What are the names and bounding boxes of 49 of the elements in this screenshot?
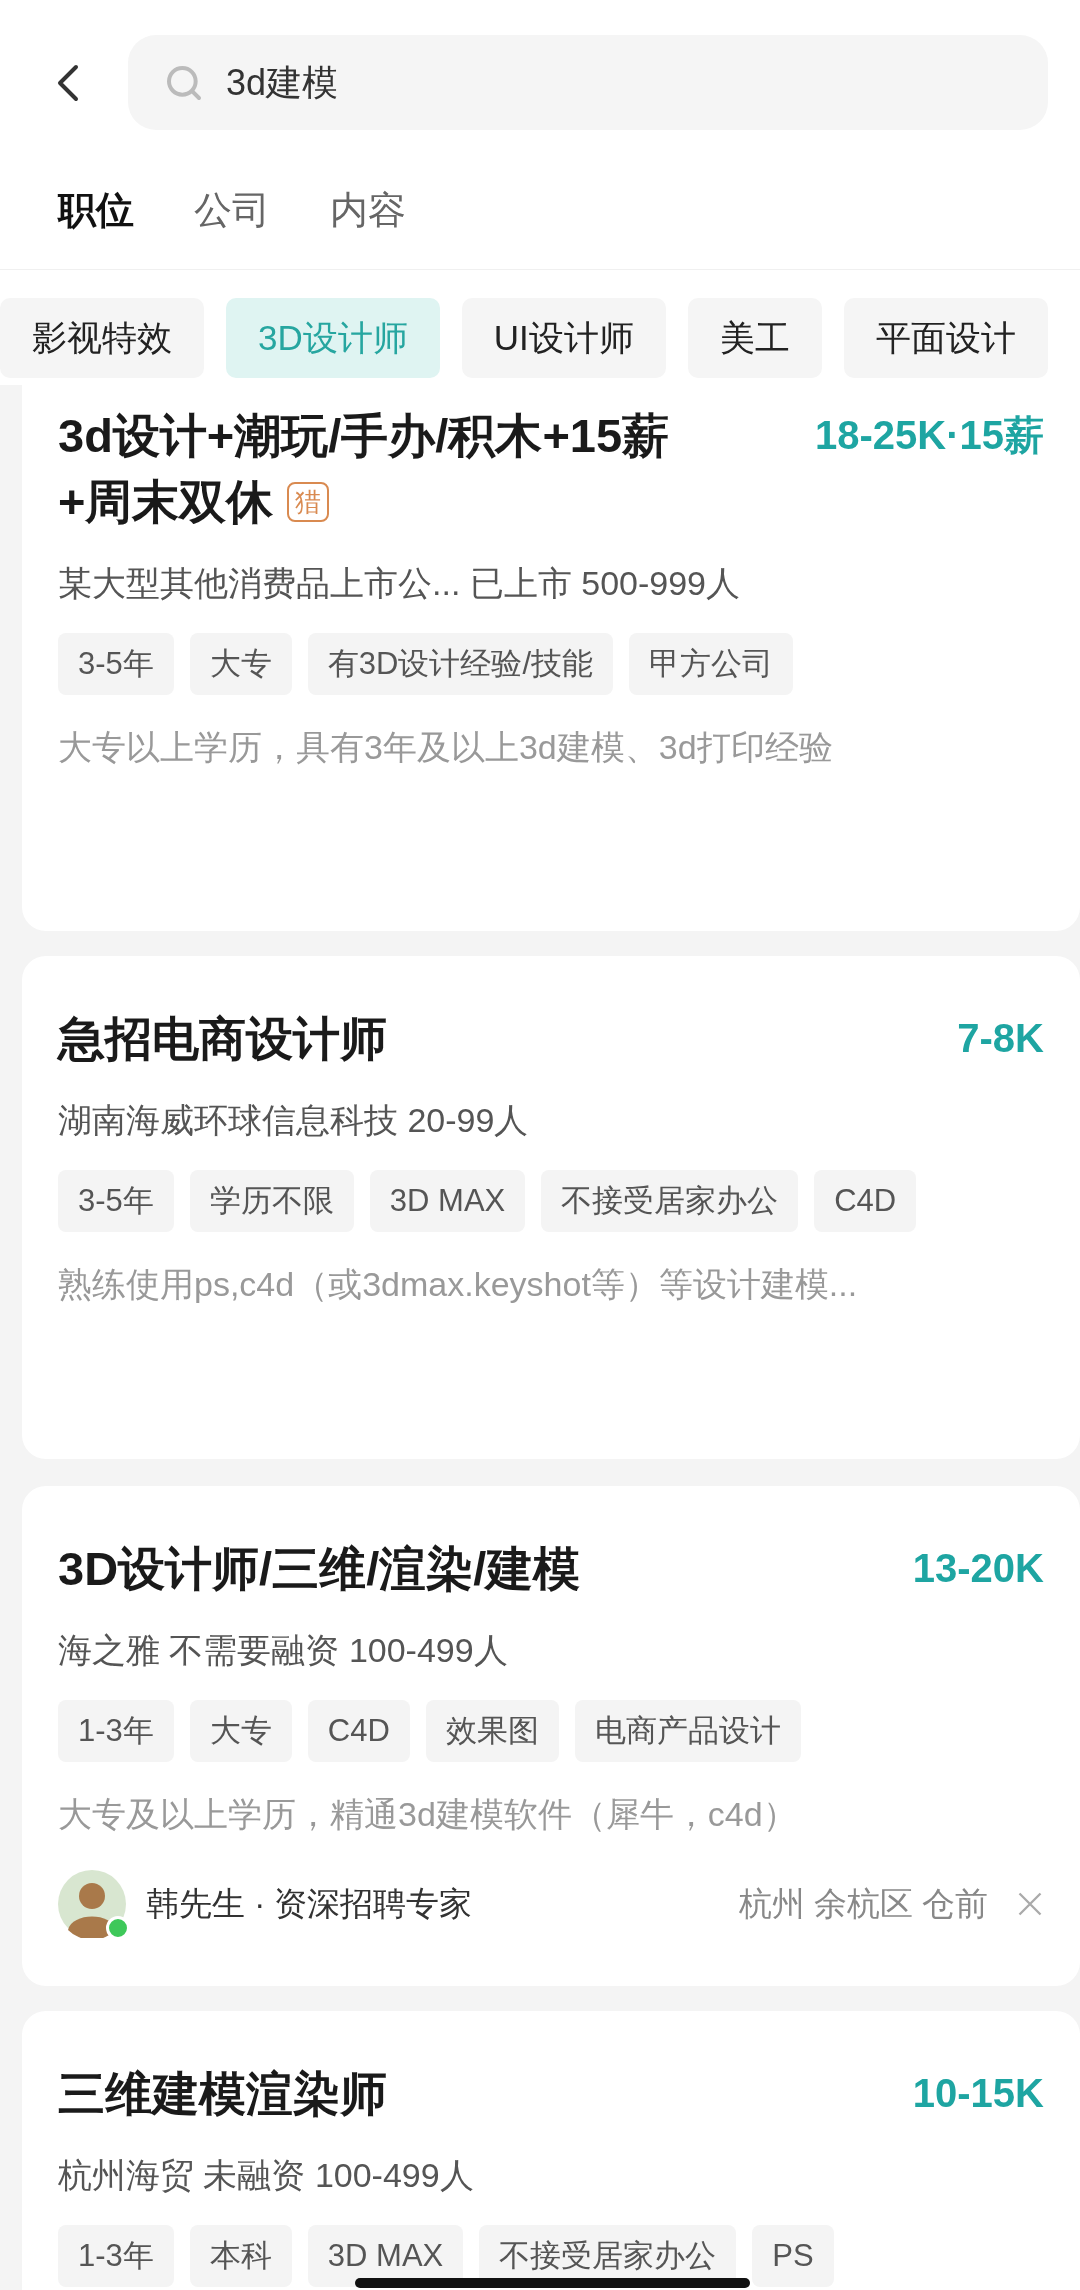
- tab[interactable]: 职位: [58, 181, 134, 239]
- headhunter-badge: 猎: [287, 482, 330, 522]
- job-tag: PS: [752, 2225, 834, 2287]
- job-tag: 3-5年: [58, 633, 174, 695]
- job-title: 三维建模渲染师: [58, 2066, 387, 2122]
- job-description: 大专及以上学历，精通3d建模软件（犀牛，c4d）: [58, 1794, 798, 1835]
- avatar-icon: [58, 1870, 126, 1938]
- job-tag: 大专: [189, 633, 292, 695]
- job-title: 急招电商设计师: [58, 1011, 387, 1067]
- job-tag: 大专: [189, 1700, 292, 1762]
- job-tag: 1-3年: [58, 2225, 174, 2287]
- job-description: 大专以上学历，具有3年及以上3d建模、3d打印经验: [58, 727, 834, 768]
- job-description: 熟练使用ps,c4d（或3dmax.keyshot等）等设计建模...: [58, 1264, 859, 1305]
- company-info: 杭州海贸 未融资 100-499人: [58, 2155, 475, 2196]
- salary: 13-20K: [912, 1545, 1044, 1592]
- job-tag: 1-3年: [58, 1700, 174, 1762]
- job-tag: 效果图: [425, 1700, 559, 1762]
- category-chip[interactable]: 平面设计: [843, 298, 1048, 378]
- salary: 18-25K·15薪: [815, 412, 1044, 459]
- salary: 7-8K: [957, 1015, 1044, 1062]
- category-chip[interactable]: 影视特效: [0, 298, 204, 378]
- job-tag: 本科: [189, 2225, 292, 2287]
- job-tag: C4D: [814, 1170, 917, 1232]
- job-location: 杭州 余杭区 仓前: [738, 1884, 988, 1925]
- job-tag: 3D MAX: [369, 1170, 526, 1232]
- job-title: +周末双休: [58, 474, 274, 530]
- job-tag: 甲方公司: [629, 633, 794, 695]
- job-tag: 不接受居家办公: [541, 1170, 799, 1232]
- company-info: 湖南海威环球信息科技 20-99人: [58, 1100, 530, 1141]
- job-tag: 3-5年: [58, 1170, 174, 1232]
- job-card[interactable]: 3D设计师/三维/渲染/建模 13-20K 海之雅 不需要融资 100-499人 1-3年 大专 C4D 效果图 电商产品设计 大专及以上学历，精通3d建模软件（犀牛，c4d） 韩先生 · 资深招聘专家 杭州 余杭区 仓前: [22, 1486, 1080, 1986]
- salary: 10-15K: [912, 2070, 1044, 2117]
- search-field[interactable]: 3d建模: [128, 35, 1048, 130]
- job-tag: 学历不限: [189, 1170, 354, 1232]
- job-card[interactable]: 3d设计+潮玩/手办/积木+15薪 +周末双休 猎 18-25K·15薪 某大型其他消费品上市公... 已上市 500-999人 3-5年 大专 有3D设计经验/技能 甲方公司 大专以上学历，具有3年及以上3d建模、3d打印经验: [22, 385, 1080, 931]
- job-title: 3D设计师/三维/渲染/建模: [58, 1541, 581, 1597]
- job-tag: 有3D设计经验/技能: [307, 633, 614, 695]
- company-info: 海之雅 不需要融资 100-499人: [58, 1630, 509, 1671]
- category-chip[interactable]: UI设计师: [461, 298, 666, 378]
- tab[interactable]: 内容: [330, 181, 406, 239]
- job-card[interactable]: 急招电商设计师 7-8K 湖南海威环球信息科技 20-99人 3-5年 学历不限 3D MAX 不接受居家办公 C4D 熟练使用ps,c4d（或3dmax.keyshot等）等设计建模...: [22, 956, 1080, 1459]
- job-card[interactable]: 三维建模渲染师 10-15K 杭州海贸 未融资 100-499人 1-3年 本科 3D MAX 不接受居家办公 PS: [22, 2011, 1080, 2290]
- category-chip[interactable]: 美工: [687, 298, 822, 378]
- company-info: 某大型其他消费品上市公... 已上市 500-999人: [58, 563, 741, 604]
- tab[interactable]: 公司: [194, 181, 270, 239]
- job-tag: C4D: [307, 1700, 410, 1762]
- job-title: 3d设计+潮玩/手办/积木+15薪: [58, 408, 670, 464]
- recruiter-name: 韩先生 · 资深招聘专家: [146, 1884, 473, 1925]
- job-tag: 电商产品设计: [574, 1700, 801, 1762]
